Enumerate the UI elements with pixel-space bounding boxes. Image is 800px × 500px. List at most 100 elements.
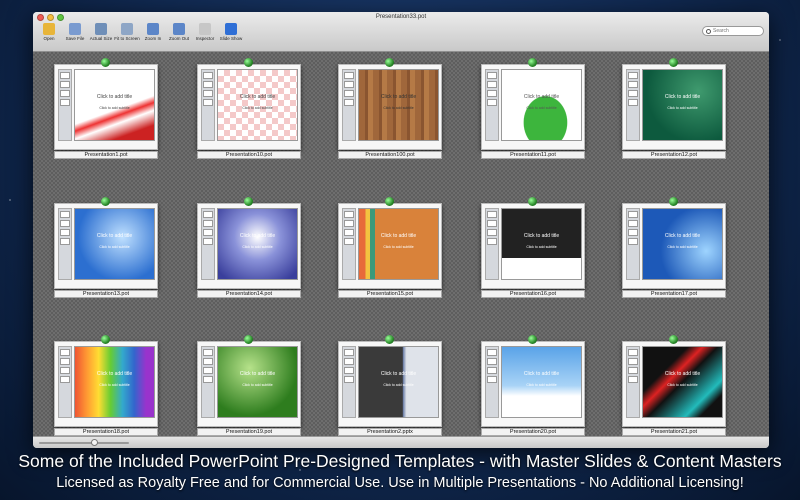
slide-thumbnail-panel xyxy=(626,69,640,141)
pushpin-icon xyxy=(528,58,537,67)
template-filename: Presentation100.pot xyxy=(338,151,442,159)
slide-title-placeholder: Click to add title xyxy=(523,94,560,100)
toolbar-button-zoom-out[interactable]: Zoom Out xyxy=(166,23,192,41)
slide-thumbnail-panel xyxy=(485,69,499,141)
slide-title-placeholder: Click to add title xyxy=(96,94,133,100)
pushpin-icon xyxy=(385,197,394,206)
pushpin-icon xyxy=(244,58,253,67)
toolbar-button-label: Save File xyxy=(65,36,85,41)
slide-preview: Click to add title Click to add subtitle xyxy=(74,69,155,141)
toolbar-button-label: Zoom Out xyxy=(168,36,189,41)
slide-title-placeholder: Click to add title xyxy=(380,94,417,100)
caption-headline: Some of the Included PowerPoint Pre-Desi… xyxy=(18,451,782,471)
template-card[interactable]: Click to add title Click to add subtitle P… xyxy=(54,335,158,437)
template-thumbnail[interactable]: Click to add title Click to add subtitle xyxy=(338,203,442,289)
template-card[interactable]: Click to add title Click to add subtitle P… xyxy=(622,197,726,299)
template-card[interactable]: Click to add title Click to add subtitle P… xyxy=(481,335,585,437)
template-card[interactable]: Click to add title Click to add subtitle P… xyxy=(54,197,158,299)
template-thumbnail[interactable]: Click to add title Click to add subtitle xyxy=(54,203,158,289)
template-card[interactable]: Click to add title Click to add subtitle P… xyxy=(197,197,301,299)
toolbar-button-inspector[interactable]: Inspector xyxy=(192,23,218,41)
toolbar-button-label: Actual Size xyxy=(89,36,113,41)
slide-thumbnail-panel xyxy=(485,208,499,280)
slide-thumbnail-panel xyxy=(58,69,72,141)
slide-subtitle-placeholder: Click to add subtitle xyxy=(99,106,130,110)
slide-thumbnail-panel xyxy=(626,346,640,418)
slide-preview: Click to add title Click to add subtitle xyxy=(74,346,155,418)
pushpin-icon xyxy=(385,58,394,67)
status-bar xyxy=(33,436,769,448)
template-thumbnail[interactable]: Click to add title Click to add subtitle xyxy=(338,64,442,150)
pushpin-icon xyxy=(528,197,537,206)
slide-thumbnail-panel xyxy=(58,346,72,418)
zoom-slider-knob[interactable] xyxy=(91,439,99,446)
template-thumbnail[interactable]: Click to add title Click to add subtitle xyxy=(481,341,585,427)
template-thumbnail[interactable]: Click to add title Click to add subtitle xyxy=(197,203,301,289)
template-thumbnail[interactable]: Click to add title Click to add subtitle xyxy=(54,64,158,150)
pushpin-icon xyxy=(244,335,253,344)
slide-preview: Click to add title Click to add subtitle xyxy=(74,208,155,280)
slide-preview: Click to add title Click to add subtitle xyxy=(642,69,723,141)
save-icon xyxy=(69,23,81,35)
pushpin-icon xyxy=(101,335,110,344)
slide-thumbnail-panel xyxy=(201,208,215,280)
slide-thumbnail-panel xyxy=(58,208,72,280)
template-grid: Click to add title Click to add subtitle P… xyxy=(33,52,769,436)
template-filename: Presentation14.pot xyxy=(197,290,301,298)
template-card[interactable]: Click to add title Click to add subtitle P… xyxy=(54,58,158,160)
template-card[interactable]: Click to add title Click to add subtitle P… xyxy=(481,197,585,299)
slide-title-placeholder: Click to add title xyxy=(239,233,276,239)
template-thumbnail[interactable]: Click to add title Click to add subtitle xyxy=(622,341,726,427)
template-thumbnail[interactable]: Click to add title Click to add subtitle xyxy=(622,64,726,150)
slide-subtitle-placeholder: Click to add subtitle xyxy=(242,245,273,249)
pushpin-icon xyxy=(101,58,110,67)
slide-subtitle-placeholder: Click to add subtitle xyxy=(526,383,557,387)
slide-subtitle-placeholder: Click to add subtitle xyxy=(383,245,414,249)
slide-title-placeholder: Click to add title xyxy=(664,371,701,377)
slide-thumbnail-panel xyxy=(201,69,215,141)
slide-thumbnail-panel xyxy=(485,346,499,418)
template-thumbnail[interactable]: Click to add title Click to add subtitle xyxy=(54,341,158,427)
template-thumbnail[interactable]: Click to add title Click to add subtitle xyxy=(197,341,301,427)
template-filename: Presentation16.pot xyxy=(481,290,585,298)
pushpin-icon xyxy=(101,197,110,206)
search-field[interactable]: Search xyxy=(702,26,764,36)
search-icon xyxy=(706,28,711,34)
window-title: Presentation33.pot xyxy=(375,14,427,20)
slide-preview: Click to add title Click to add subtitle xyxy=(501,69,582,141)
template-card[interactable]: Click to add title Click to add subtitle P… xyxy=(338,335,442,437)
template-thumbnail[interactable]: Click to add title Click to add subtitle xyxy=(338,341,442,427)
template-card[interactable]: Click to add title Click to add subtitle P… xyxy=(481,58,585,160)
template-card[interactable]: Click to add title Click to add subtitle P… xyxy=(622,58,726,160)
slide-preview: Click to add title Click to add subtitle xyxy=(501,208,582,280)
template-card[interactable]: Click to add title Click to add subtitle P… xyxy=(197,335,301,437)
slide-subtitle-placeholder: Click to add subtitle xyxy=(242,106,273,110)
toolbar-button-save-file[interactable]: Save File xyxy=(62,23,88,41)
template-filename: Presentation21.pot xyxy=(622,428,726,436)
zoom-slider[interactable] xyxy=(39,439,129,446)
template-thumbnail[interactable]: Click to add title Click to add subtitle xyxy=(481,64,585,150)
template-card[interactable]: Click to add title Click to add subtitle P… xyxy=(338,197,442,299)
template-thumbnail[interactable]: Click to add title Click to add subtitle xyxy=(481,203,585,289)
template-card[interactable]: Click to add title Click to add subtitle P… xyxy=(197,58,301,160)
toolbar-button-zoom-in[interactable]: Zoom In xyxy=(140,23,166,41)
slide-title-placeholder: Click to add title xyxy=(239,94,276,100)
title-bar: Presentation33.pot Open Save File Actual S… xyxy=(33,12,769,52)
template-thumbnail[interactable]: Click to add title Click to add subtitle xyxy=(197,64,301,150)
template-thumbnail[interactable]: Click to add title Click to add subtitle xyxy=(622,203,726,289)
search-placeholder: Search xyxy=(713,28,729,34)
template-filename: Presentation18.pot xyxy=(54,428,158,436)
slide-preview: Click to add title Click to add subtitle xyxy=(217,346,298,418)
caption-subline: Licensed as Royalty Free and for Commerc… xyxy=(56,475,744,491)
slide-subtitle-placeholder: Click to add subtitle xyxy=(242,383,273,387)
slide-preview: Click to add title Click to add subtitle xyxy=(358,208,439,280)
toolbar-button-slide-show[interactable]: Slide Show xyxy=(218,23,244,41)
template-card[interactable]: Click to add title Click to add subtitle P… xyxy=(622,335,726,437)
slide-subtitle-placeholder: Click to add subtitle xyxy=(383,383,414,387)
toolbar-button-open[interactable]: Open xyxy=(36,23,62,41)
template-filename: Presentation17.pot xyxy=(622,290,726,298)
slide-preview: Click to add title Click to add subtitle xyxy=(217,208,298,280)
template-card[interactable]: Click to add title Click to add subtitle P… xyxy=(338,58,442,160)
toolbar-button-fit-to-screen[interactable]: Fit to Screen xyxy=(114,23,140,41)
toolbar-button-actual-size[interactable]: Actual Size xyxy=(88,23,114,41)
